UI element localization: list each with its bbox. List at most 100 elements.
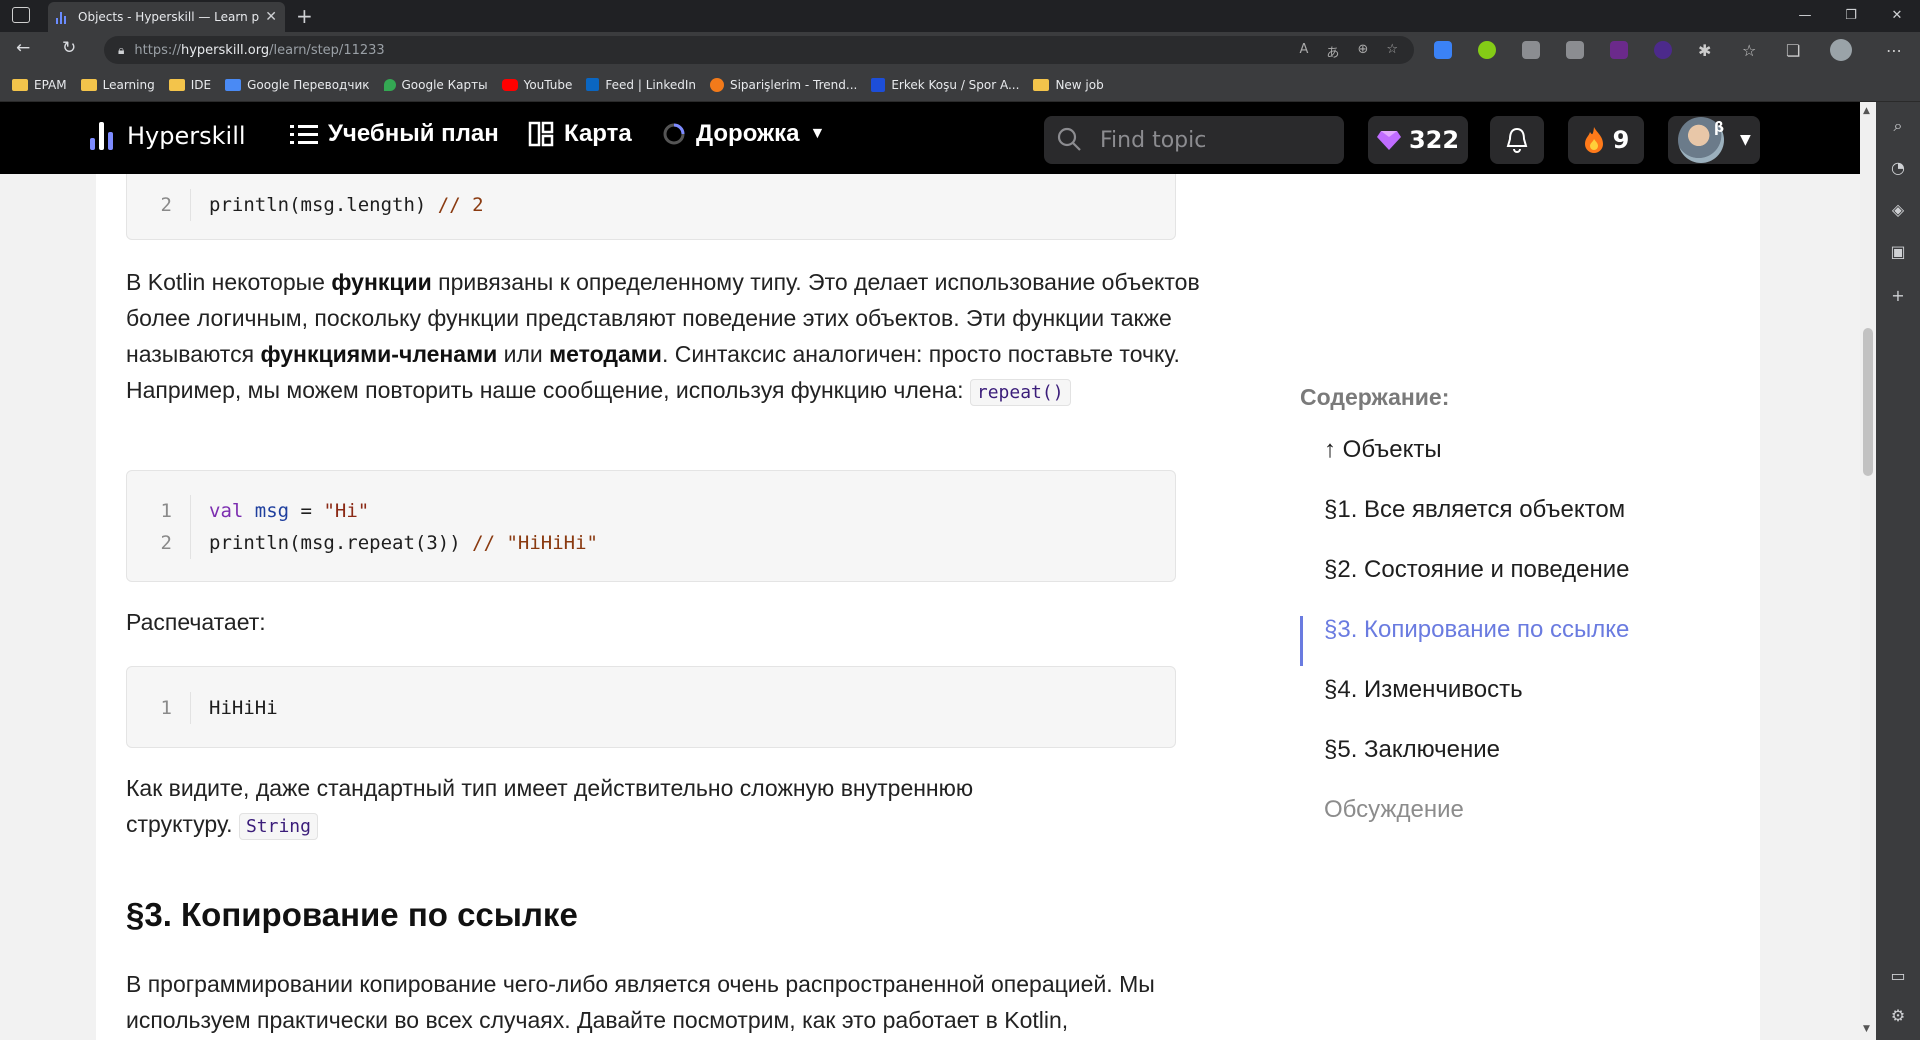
toc-item-section-3[interactable]: §3. Копирование по ссылке <box>1324 616 1629 644</box>
scroll-down-icon[interactable]: ▼ <box>1863 1024 1870 1034</box>
hyperskill-logo[interactable]: Hyperskill <box>90 122 246 150</box>
bookmark-item[interactable]: Siparişlerim - Trend... <box>709 77 857 92</box>
paragraph: Распечатает: <box>126 609 266 635</box>
favorites-icon[interactable]: ☆ <box>1742 41 1760 60</box>
code-block: 1 val msg = "Hi" 2 println(msg.repeat(3)… <box>126 470 1176 582</box>
beta-badge: β <box>1714 120 1725 136</box>
refresh-icon[interactable]: ↻ <box>62 38 76 58</box>
tab-title: Objects - Hyperskill — Learn pro <box>78 10 260 24</box>
bookmark-item[interactable]: YouTube <box>501 78 572 92</box>
tab-close-icon[interactable]: ✕ <box>265 9 277 25</box>
favorite-star-icon[interactable]: ☆ <box>1386 42 1398 61</box>
scroll-up-icon[interactable]: ▲ <box>1863 106 1870 116</box>
nav-study-plan[interactable]: Учебный план <box>290 120 499 148</box>
line-number: 2 <box>127 527 191 559</box>
read-aloud-icon[interactable]: A <box>1300 42 1309 61</box>
bookmark-item[interactable]: Google Переводчик <box>225 78 370 92</box>
toc-item-section-2[interactable]: §2. Состояние и поведение <box>1324 556 1630 584</box>
back-arrow-icon[interactable]: ← <box>16 38 30 58</box>
find-topic-search[interactable]: Find topic <box>1044 116 1344 164</box>
url-field[interactable]: 🔒︎ https://hyperskill.org/learn/step/112… <box>104 36 1414 64</box>
collections-icon[interactable]: ❏ <box>1786 41 1804 60</box>
scroll-thumb[interactable] <box>1863 328 1873 476</box>
url-text: https://hyperskill.org/learn/step/11233 <box>134 42 385 58</box>
bookmark-item[interactable]: Google Карты <box>383 78 488 92</box>
bookmark-item[interactable]: New job <box>1033 78 1104 92</box>
more-menu-icon[interactable]: ⋯ <box>1886 41 1904 60</box>
nav-map[interactable]: Карта <box>528 120 632 148</box>
toc-item-objects[interactable]: ↑ Объекты <box>1324 436 1442 464</box>
inline-code: repeat() <box>969 379 1071 406</box>
zoom-icon[interactable]: ⊕ <box>1357 42 1368 61</box>
extension-translate-icon[interactable] <box>1434 41 1452 59</box>
map-grid-icon <box>528 121 554 147</box>
tab-actions-icon[interactable] <box>12 7 30 23</box>
browser-tab-active[interactable]: Objects - Hyperskill — Learn pro ✕ <box>48 2 285 32</box>
fire-icon <box>1584 127 1603 153</box>
folder-icon <box>1033 78 1050 91</box>
sidebar-settings-icon[interactable]: ⚙ <box>1888 1006 1908 1026</box>
extension-purple-icon[interactable] <box>1610 41 1628 59</box>
folder-icon <box>80 78 97 91</box>
toc-item-section-5[interactable]: §5. Заключение <box>1324 736 1500 764</box>
extension-violet-icon[interactable] <box>1654 41 1672 59</box>
notifications-button[interactable] <box>1490 116 1544 164</box>
code-line: val msg = "Hi" <box>209 500 370 522</box>
section-heading: §3. Копирование по ссылке <box>126 896 578 933</box>
bookmark-item[interactable]: IDE <box>168 78 211 92</box>
streak-counter[interactable]: 9 <box>1568 116 1644 164</box>
window-close-icon[interactable]: ✕ <box>1874 0 1920 32</box>
trendyol-icon <box>709 77 724 92</box>
browser-tab-bar: Objects - Hyperskill — Learn pro ✕ + — ❐… <box>0 0 1920 32</box>
gem-icon <box>1376 131 1401 150</box>
address-bar-row: ← ↻ 🔒︎ https://hyperskill.org/learn/step… <box>0 32 1920 68</box>
bookmark-item[interactable]: Feed | LinkedIn <box>586 78 696 92</box>
lock-icon: 🔒︎ <box>118 42 125 57</box>
page-viewport: 2 println(msg.length) // 2 В Kotlin неко… <box>0 102 1860 1040</box>
restore-icon[interactable]: ❐ <box>1828 0 1874 32</box>
code-line: println(msg.repeat(3)) // "HiHiHi" <box>209 532 598 554</box>
bookmark-item[interactable]: EPAM <box>12 78 67 92</box>
extension-green-icon[interactable] <box>1478 41 1496 59</box>
toc-item-discussion[interactable]: Обсуждение <box>1324 796 1464 824</box>
sidebar-layout-icon[interactable]: ▭ <box>1888 966 1908 986</box>
window-controls: — ❐ ✕ <box>1782 0 1920 32</box>
chevron-down-icon: ▼ <box>809 125 826 142</box>
google-maps-icon <box>383 78 396 91</box>
toc-active-indicator <box>1300 616 1303 666</box>
progress-ring-icon <box>663 123 685 145</box>
sidebar-copilot-icon[interactable]: ◔ <box>1888 158 1908 178</box>
hyperskill-favicon-icon <box>56 10 70 24</box>
youtube-icon <box>501 78 518 91</box>
translate-icon[interactable]: あ <box>1326 42 1339 61</box>
gems-counter[interactable]: 322 <box>1368 116 1468 164</box>
toc-item-section-1[interactable]: §1. Все является объектом <box>1324 496 1625 524</box>
profile-avatar[interactable] <box>1830 39 1852 61</box>
search-icon <box>1057 127 1081 151</box>
new-tab-icon[interactable]: + <box>296 4 313 28</box>
code-line: HiHiHi <box>209 697 278 719</box>
sidebar-add-icon[interactable]: + <box>1888 286 1908 306</box>
bookmarks-bar: EPAM Learning IDE Google Переводчик Goog… <box>0 68 1920 102</box>
extension-gray2-icon[interactable] <box>1566 41 1584 59</box>
bookmark-item[interactable]: Erkek Koşu / Spor A... <box>871 77 1019 92</box>
nav-track-dropdown[interactable]: Дорожка ▼ <box>662 120 825 148</box>
sidebar-search-icon[interactable]: ⌕ <box>1888 116 1908 136</box>
browser-sidebar: ⌕ ◔ ◈ ▣ + ▭ ⚙ <box>1876 102 1920 1040</box>
extensions-puzzle-icon[interactable]: ✱ <box>1698 41 1716 60</box>
folder-icon <box>12 78 28 91</box>
toc-item-section-4[interactable]: §4. Изменчивость <box>1324 676 1523 704</box>
extension-gray-icon[interactable] <box>1522 41 1540 59</box>
line-number: 1 <box>127 692 191 724</box>
sidebar-outlook-icon[interactable]: ▣ <box>1888 242 1908 262</box>
minimize-icon[interactable]: — <box>1782 0 1828 32</box>
lesson-content: 2 println(msg.length) // 2 В Kotlin неко… <box>96 154 1760 1040</box>
list-icon <box>290 125 318 144</box>
chevron-down-icon: ▼ <box>1740 132 1751 148</box>
bell-icon <box>1506 127 1528 153</box>
bookmark-item[interactable]: Learning <box>80 78 155 92</box>
code-line: println(msg.length) // 2 <box>209 194 484 216</box>
user-menu[interactable]: β ▼ <box>1668 116 1760 164</box>
sidebar-games-icon[interactable]: ◈ <box>1888 200 1908 220</box>
page-scrollbar[interactable]: ▲ ▼ <box>1860 102 1876 1040</box>
